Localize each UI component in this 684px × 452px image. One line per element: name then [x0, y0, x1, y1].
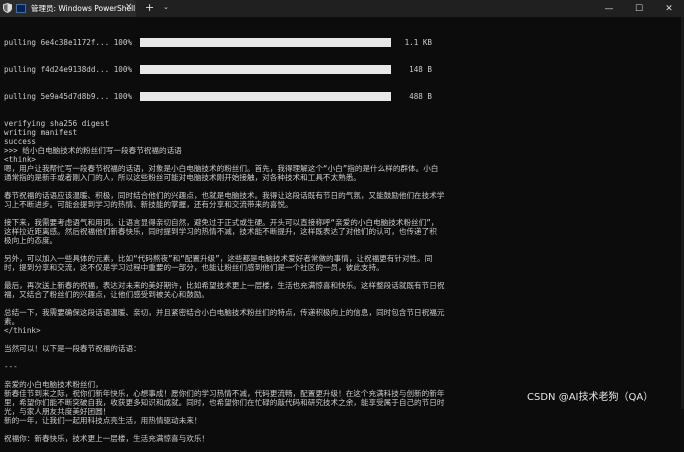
- terminal-line: writing manifest: [4, 128, 78, 137]
- pull-progress-line: pulling 6e4c38e1172f... 100% 1.1 KB: [4, 38, 680, 47]
- pull-size: 1.1 KB: [404, 38, 432, 47]
- shield-icon: [3, 3, 12, 13]
- progress-bar: [140, 65, 391, 74]
- close-tab-icon[interactable]: ×: [125, 2, 133, 12]
- terminal-line: 接下来，我需要考虑语气和用词。让语言显得亲切自然，避免过于正式或生硬。开头可以直…: [4, 218, 439, 227]
- terminal-line: 素。: [4, 317, 20, 326]
- terminal-line: verifying sha256 digest: [4, 119, 110, 128]
- terminal-line: 嗯，用户让我帮忙写一段春节祝福的话语，对象是小白电脑技术的粉丝们。首先，我得理解…: [4, 164, 439, 173]
- terminal-line: 当然可以！以下是一段春节祝福的话语：: [4, 344, 141, 353]
- terminal-line: 祝福你：新春快乐，技术更上一层楼，生活充满惊喜与欢乐！: [4, 434, 210, 443]
- pull-size: 488 B: [409, 92, 432, 101]
- new-tab-button[interactable]: +: [145, 1, 154, 14]
- terminal-line: 总结一下，我需要确保这段话语温暖、亲切，并且紧密结合小白电脑技术粉丝们的特点，传…: [4, 308, 445, 317]
- title-bar: 管理员: Windows PowerShell × + ⌄ — ☐ ✕: [0, 0, 684, 17]
- tab-powershell[interactable]: 管理员: Windows PowerShell ×: [0, 0, 136, 17]
- pull-progress-line: pulling 5e9a45d7d8b9... 100% 488 B: [4, 92, 680, 101]
- terminal-line: success: [4, 137, 37, 146]
- terminal-line: 春节祝福的话语应该温暖、积极，同时结合他们的兴趣点，也就是电脑技术。我得让这段话…: [4, 191, 445, 200]
- progress-bar: [140, 38, 391, 47]
- terminal-line: </think>: [4, 326, 41, 335]
- terminal-line: ---: [4, 362, 18, 371]
- terminal-line: 习上不断进步。可能会提到学习的热情、新技能的掌握，还有分享和交流带来的喜悦。: [4, 200, 293, 209]
- terminal-line: 福，又结合了粉丝们的兴趣点，让他们感受到被关心和鼓励。: [4, 290, 210, 299]
- terminal-line: 通常指的是新手或者刚入门的人，所以这些粉丝可能对电脑技术刚开始接触，对各种技术和…: [4, 173, 361, 182]
- terminal-line: 新的一年，让我们一起用科技点亮生活，用热情驱动未来！: [4, 416, 202, 425]
- progress-bar: [140, 92, 391, 101]
- terminal-line: 另外，可以加入一些具体的元素，比如“代码熬夜”和“配置升级”，这些都是电脑技术爱…: [4, 254, 433, 263]
- chevron-down-icon[interactable]: ⌄: [163, 3, 169, 11]
- terminal-line: 时，提到分享和交流，这不仅是学习过程中重要的一部分，也能让粉丝们感到他们是一个社…: [4, 263, 384, 272]
- minimize-button[interactable]: —: [594, 0, 624, 17]
- terminal-line: 这样拉近距离感。然后祝福他们新春快乐，同时提到学习的热情不减，技术能不断提升，这…: [4, 227, 437, 236]
- powershell-icon: [16, 4, 26, 13]
- terminal-line: 光，与家人朋友共度美好团圆！: [4, 407, 111, 416]
- tab-title: 管理员: Windows PowerShell: [31, 4, 136, 13]
- window-close-button[interactable]: ✕: [654, 0, 684, 17]
- terminal-line: >>> 给小白电脑技术的粉丝们写一段春节祝福的话语: [4, 146, 182, 155]
- pull-label: pulling 6e4c38e1172f... 100%: [4, 38, 133, 47]
- maximize-button[interactable]: ☐: [624, 0, 654, 17]
- terminal-line: 极向上的态度。: [4, 236, 58, 245]
- pull-size: 148 B: [409, 65, 432, 74]
- pull-progress-line: pulling f4d24e9138dd... 100% 148 B: [4, 65, 680, 74]
- terminal-line: 最后，再次送上新春的祝福，表达对未来的美好期许，比如希望技术更上一层楼，生活也充…: [4, 281, 445, 290]
- pull-label: pulling 5e9a45d7d8b9... 100%: [4, 92, 133, 101]
- terminal-line: <think>: [4, 155, 37, 164]
- window-controls: — ☐ ✕: [594, 0, 684, 17]
- watermark: CSDN @AI技术老狗（QA）: [527, 392, 654, 403]
- pull-label: pulling f4d24e9138dd... 100%: [4, 65, 133, 74]
